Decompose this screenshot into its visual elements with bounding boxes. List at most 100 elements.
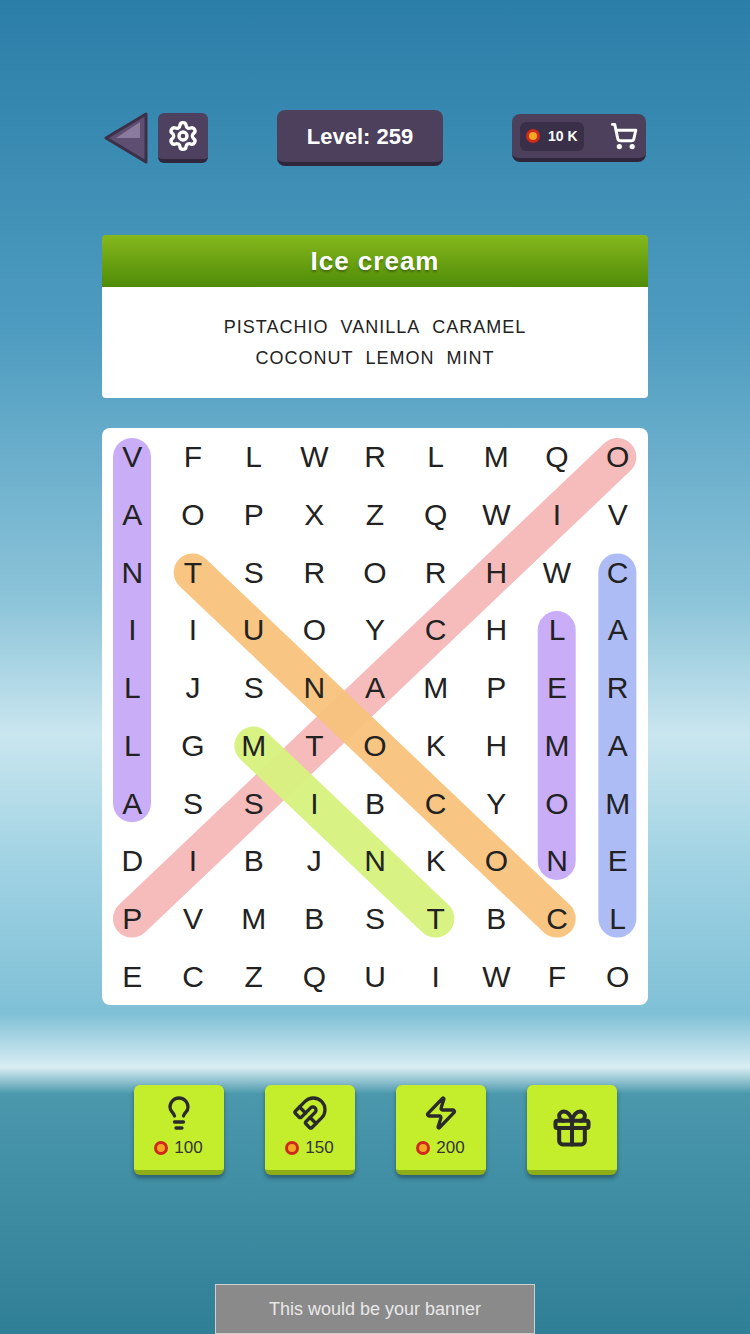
grid-cell[interactable]: W	[466, 486, 527, 544]
grid-cell[interactable]: B	[284, 890, 345, 948]
grid-cell[interactable]: I	[284, 774, 345, 832]
grid-cell[interactable]: W	[527, 543, 588, 601]
back-arrow-icon[interactable]	[104, 112, 148, 164]
grid-cell[interactable]: Z	[223, 947, 284, 1005]
grid-cell[interactable]: K	[405, 717, 466, 775]
grid-cell[interactable]: P	[223, 486, 284, 544]
grid-cell[interactable]: N	[527, 832, 588, 890]
grid-cell[interactable]: M	[223, 890, 284, 948]
grid-cell[interactable]: M	[405, 659, 466, 717]
grid-cell[interactable]: N	[102, 543, 163, 601]
grid-cell[interactable]: Y	[466, 774, 527, 832]
grid-cell[interactable]: L	[405, 428, 466, 486]
grid-cell[interactable]: B	[223, 832, 284, 890]
grid-cell[interactable]: S	[163, 774, 224, 832]
grid-cell[interactable]: O	[163, 486, 224, 544]
grid-cell[interactable]: S	[223, 774, 284, 832]
grid-cell[interactable]: C	[587, 543, 648, 601]
grid-cell[interactable]: A	[345, 659, 406, 717]
grid-cell[interactable]: Z	[345, 486, 406, 544]
coins-badge[interactable]: 10 K	[512, 114, 646, 162]
video-button[interactable]	[527, 1085, 617, 1175]
grid-cell[interactable]: R	[345, 428, 406, 486]
grid-cell[interactable]: T	[284, 717, 345, 775]
grid-cell[interactable]: O	[284, 601, 345, 659]
grid-cell[interactable]: W	[284, 428, 345, 486]
grid-cell[interactable]: V	[102, 428, 163, 486]
grid-cell[interactable]: E	[587, 832, 648, 890]
grid-cell[interactable]: C	[527, 890, 588, 948]
grid-cell[interactable]: I	[405, 947, 466, 1005]
hint-button[interactable]: 100	[134, 1085, 224, 1175]
grid-cell[interactable]: L	[102, 717, 163, 775]
grid-cell[interactable]: S	[223, 543, 284, 601]
grid-cell[interactable]: G	[163, 717, 224, 775]
grid-cell[interactable]: C	[163, 947, 224, 1005]
grid-cell[interactable]: I	[163, 601, 224, 659]
grid-cell[interactable]: A	[587, 717, 648, 775]
settings-button[interactable]	[158, 113, 208, 163]
grid-cell[interactable]: O	[527, 774, 588, 832]
grid-cell[interactable]: N	[284, 659, 345, 717]
grid-cell[interactable]: E	[527, 659, 588, 717]
grid-cell[interactable]: U	[345, 947, 406, 1005]
grid-cell[interactable]: M	[223, 717, 284, 775]
grid-cell[interactable]: R	[405, 543, 466, 601]
magnet-button[interactable]: 150	[265, 1085, 355, 1175]
grid-cell[interactable]: R	[284, 543, 345, 601]
grid-cell[interactable]: B	[345, 774, 406, 832]
letter-grid[interactable]: VFLWRLMQOAOPXZQWIVNTSRORHWCIIUOYCHLALJSN…	[102, 428, 648, 1005]
bolt-button[interactable]: 200	[396, 1085, 486, 1175]
grid-cell[interactable]: L	[527, 601, 588, 659]
grid-cell[interactable]: F	[163, 428, 224, 486]
grid-cell[interactable]: T	[163, 543, 224, 601]
grid-cell[interactable]: L	[102, 659, 163, 717]
grid-cell[interactable]: A	[587, 601, 648, 659]
grid-cell[interactable]: H	[466, 543, 527, 601]
grid-cell[interactable]: K	[405, 832, 466, 890]
grid-cell[interactable]: B	[466, 890, 527, 948]
grid-cell[interactable]: Y	[345, 601, 406, 659]
grid-cell[interactable]: I	[527, 486, 588, 544]
grid-cell[interactable]: S	[223, 659, 284, 717]
grid-cell[interactable]: H	[466, 601, 527, 659]
grid-cell[interactable]: M	[527, 717, 588, 775]
grid-cell[interactable]: D	[102, 832, 163, 890]
grid-cell[interactable]: F	[527, 947, 588, 1005]
grid-cell[interactable]: O	[466, 832, 527, 890]
grid-cell[interactable]: J	[163, 659, 224, 717]
grid-cell[interactable]: P	[102, 890, 163, 948]
grid-cell[interactable]: I	[102, 601, 163, 659]
grid-cell[interactable]: H	[466, 717, 527, 775]
grid-cell[interactable]: E	[102, 947, 163, 1005]
grid-cell[interactable]: C	[405, 774, 466, 832]
grid-cell[interactable]: A	[102, 486, 163, 544]
grid-cell[interactable]: O	[345, 543, 406, 601]
grid-cell[interactable]: M	[466, 428, 527, 486]
grid-cell[interactable]: Q	[527, 428, 588, 486]
grid-cell[interactable]: M	[587, 774, 648, 832]
grid-cell[interactable]: Q	[405, 486, 466, 544]
grid-cell[interactable]: V	[587, 486, 648, 544]
grid-cell[interactable]: U	[223, 601, 284, 659]
ad-banner[interactable]: This would be your banner	[215, 1284, 535, 1334]
grid-cell[interactable]: O	[345, 717, 406, 775]
grid-cell[interactable]: T	[405, 890, 466, 948]
grid-cell[interactable]: L	[587, 890, 648, 948]
grid-cell[interactable]: X	[284, 486, 345, 544]
grid-cell[interactable]: R	[587, 659, 648, 717]
grid-cell[interactable]: J	[284, 832, 345, 890]
cart-icon[interactable]	[610, 122, 638, 150]
grid-cell[interactable]: Q	[284, 947, 345, 1005]
grid-cell[interactable]: V	[163, 890, 224, 948]
grid-cell[interactable]: O	[587, 428, 648, 486]
grid-cell[interactable]: O	[587, 947, 648, 1005]
grid-cell[interactable]: N	[345, 832, 406, 890]
grid-cell[interactable]: L	[223, 428, 284, 486]
grid-cell[interactable]: I	[163, 832, 224, 890]
grid-cell[interactable]: S	[345, 890, 406, 948]
grid-cell[interactable]: A	[102, 774, 163, 832]
grid-cell[interactable]: W	[466, 947, 527, 1005]
grid-cell[interactable]: P	[466, 659, 527, 717]
grid-cell[interactable]: C	[405, 601, 466, 659]
